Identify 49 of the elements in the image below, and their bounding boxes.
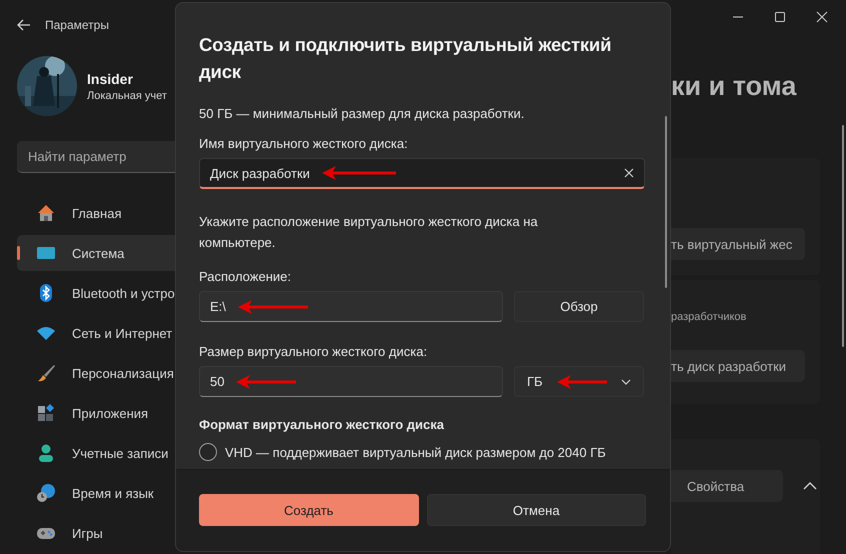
arrow-icon <box>238 300 308 314</box>
window-title: Параметры <box>45 18 109 32</box>
nav-item[interactable]: Учетные записи <box>17 435 175 471</box>
person-icon <box>36 443 56 463</box>
card-description: разработчиков <box>671 311 748 325</box>
number-field[interactable]: 50 <box>199 366 503 397</box>
properties-button[interactable]: Свойства <box>671 470 783 502</box>
account-type: Локальная учет <box>87 90 167 102</box>
unit-dropdown[interactable]: ГБ <box>514 366 644 397</box>
field-label: Имя виртуального жесткого диска: <box>199 136 409 151</box>
maximize-icon[interactable] <box>774 11 786 23</box>
browse-button[interactable]: Обзор <box>514 291 644 322</box>
location-hint: Укажите расположение виртуального жесткого диска на компьютере. <box>199 213 539 252</box>
chevron-up-icon[interactable] <box>803 482 817 490</box>
nav-item[interactable]: Сеть и Интернет <box>17 315 175 351</box>
text-field[interactable]: Диск разработки <box>199 158 645 189</box>
nav-item[interactable]: Главная <box>17 195 175 231</box>
globe-clock-icon <box>36 483 56 503</box>
create-dev-drive-button[interactable]: ть диск разработки <box>671 350 805 382</box>
nav-item[interactable]: Время и язык <box>17 475 175 511</box>
back-icon[interactable] <box>17 19 31 31</box>
brush-icon <box>36 363 56 383</box>
arrow-icon <box>556 374 607 388</box>
user-name: Insider <box>87 70 134 86</box>
clear-icon[interactable] <box>624 168 634 178</box>
close-icon[interactable] <box>816 11 828 23</box>
apps-icon <box>36 403 56 423</box>
create-button[interactable]: Создать <box>199 494 418 526</box>
arrow-icon <box>322 166 396 180</box>
nav-item[interactable]: Персонализация <box>17 355 175 391</box>
page-title: ки и тома <box>671 70 798 102</box>
cancel-button[interactable]: Отмена <box>426 494 646 526</box>
field-label: Расположение: <box>199 269 292 284</box>
nav-item[interactable]: Система <box>17 235 175 271</box>
text-field[interactable]: E:\ <box>199 291 503 322</box>
option-label: VHD — поддерживает виртуальный диск размером до 2040 ГБ <box>225 444 606 460</box>
radio-button[interactable] <box>199 443 217 461</box>
section-heading: Формат виртуального жесткого диска <box>199 417 446 432</box>
nav-item[interactable]: Bluetooth и устро <box>17 275 175 311</box>
dialog-note: 50 ГБ — минимальный размер для диска разработки. <box>199 106 526 121</box>
nav-item[interactable]: Приложения <box>17 395 175 431</box>
create-vhd-button[interactable]: ть виртуальный жес <box>671 228 805 260</box>
arrow-icon <box>236 374 296 388</box>
chevron-down-icon <box>620 378 631 384</box>
dialog-title: Создать и подключить виртуальный жесткий диск <box>199 33 612 84</box>
home-icon <box>36 203 56 223</box>
nav-item[interactable]: Игры <box>17 515 175 551</box>
search-field[interactable]: Найти параметр <box>17 141 175 173</box>
field-label: Размер виртуального жесткого диска: <box>199 344 428 359</box>
